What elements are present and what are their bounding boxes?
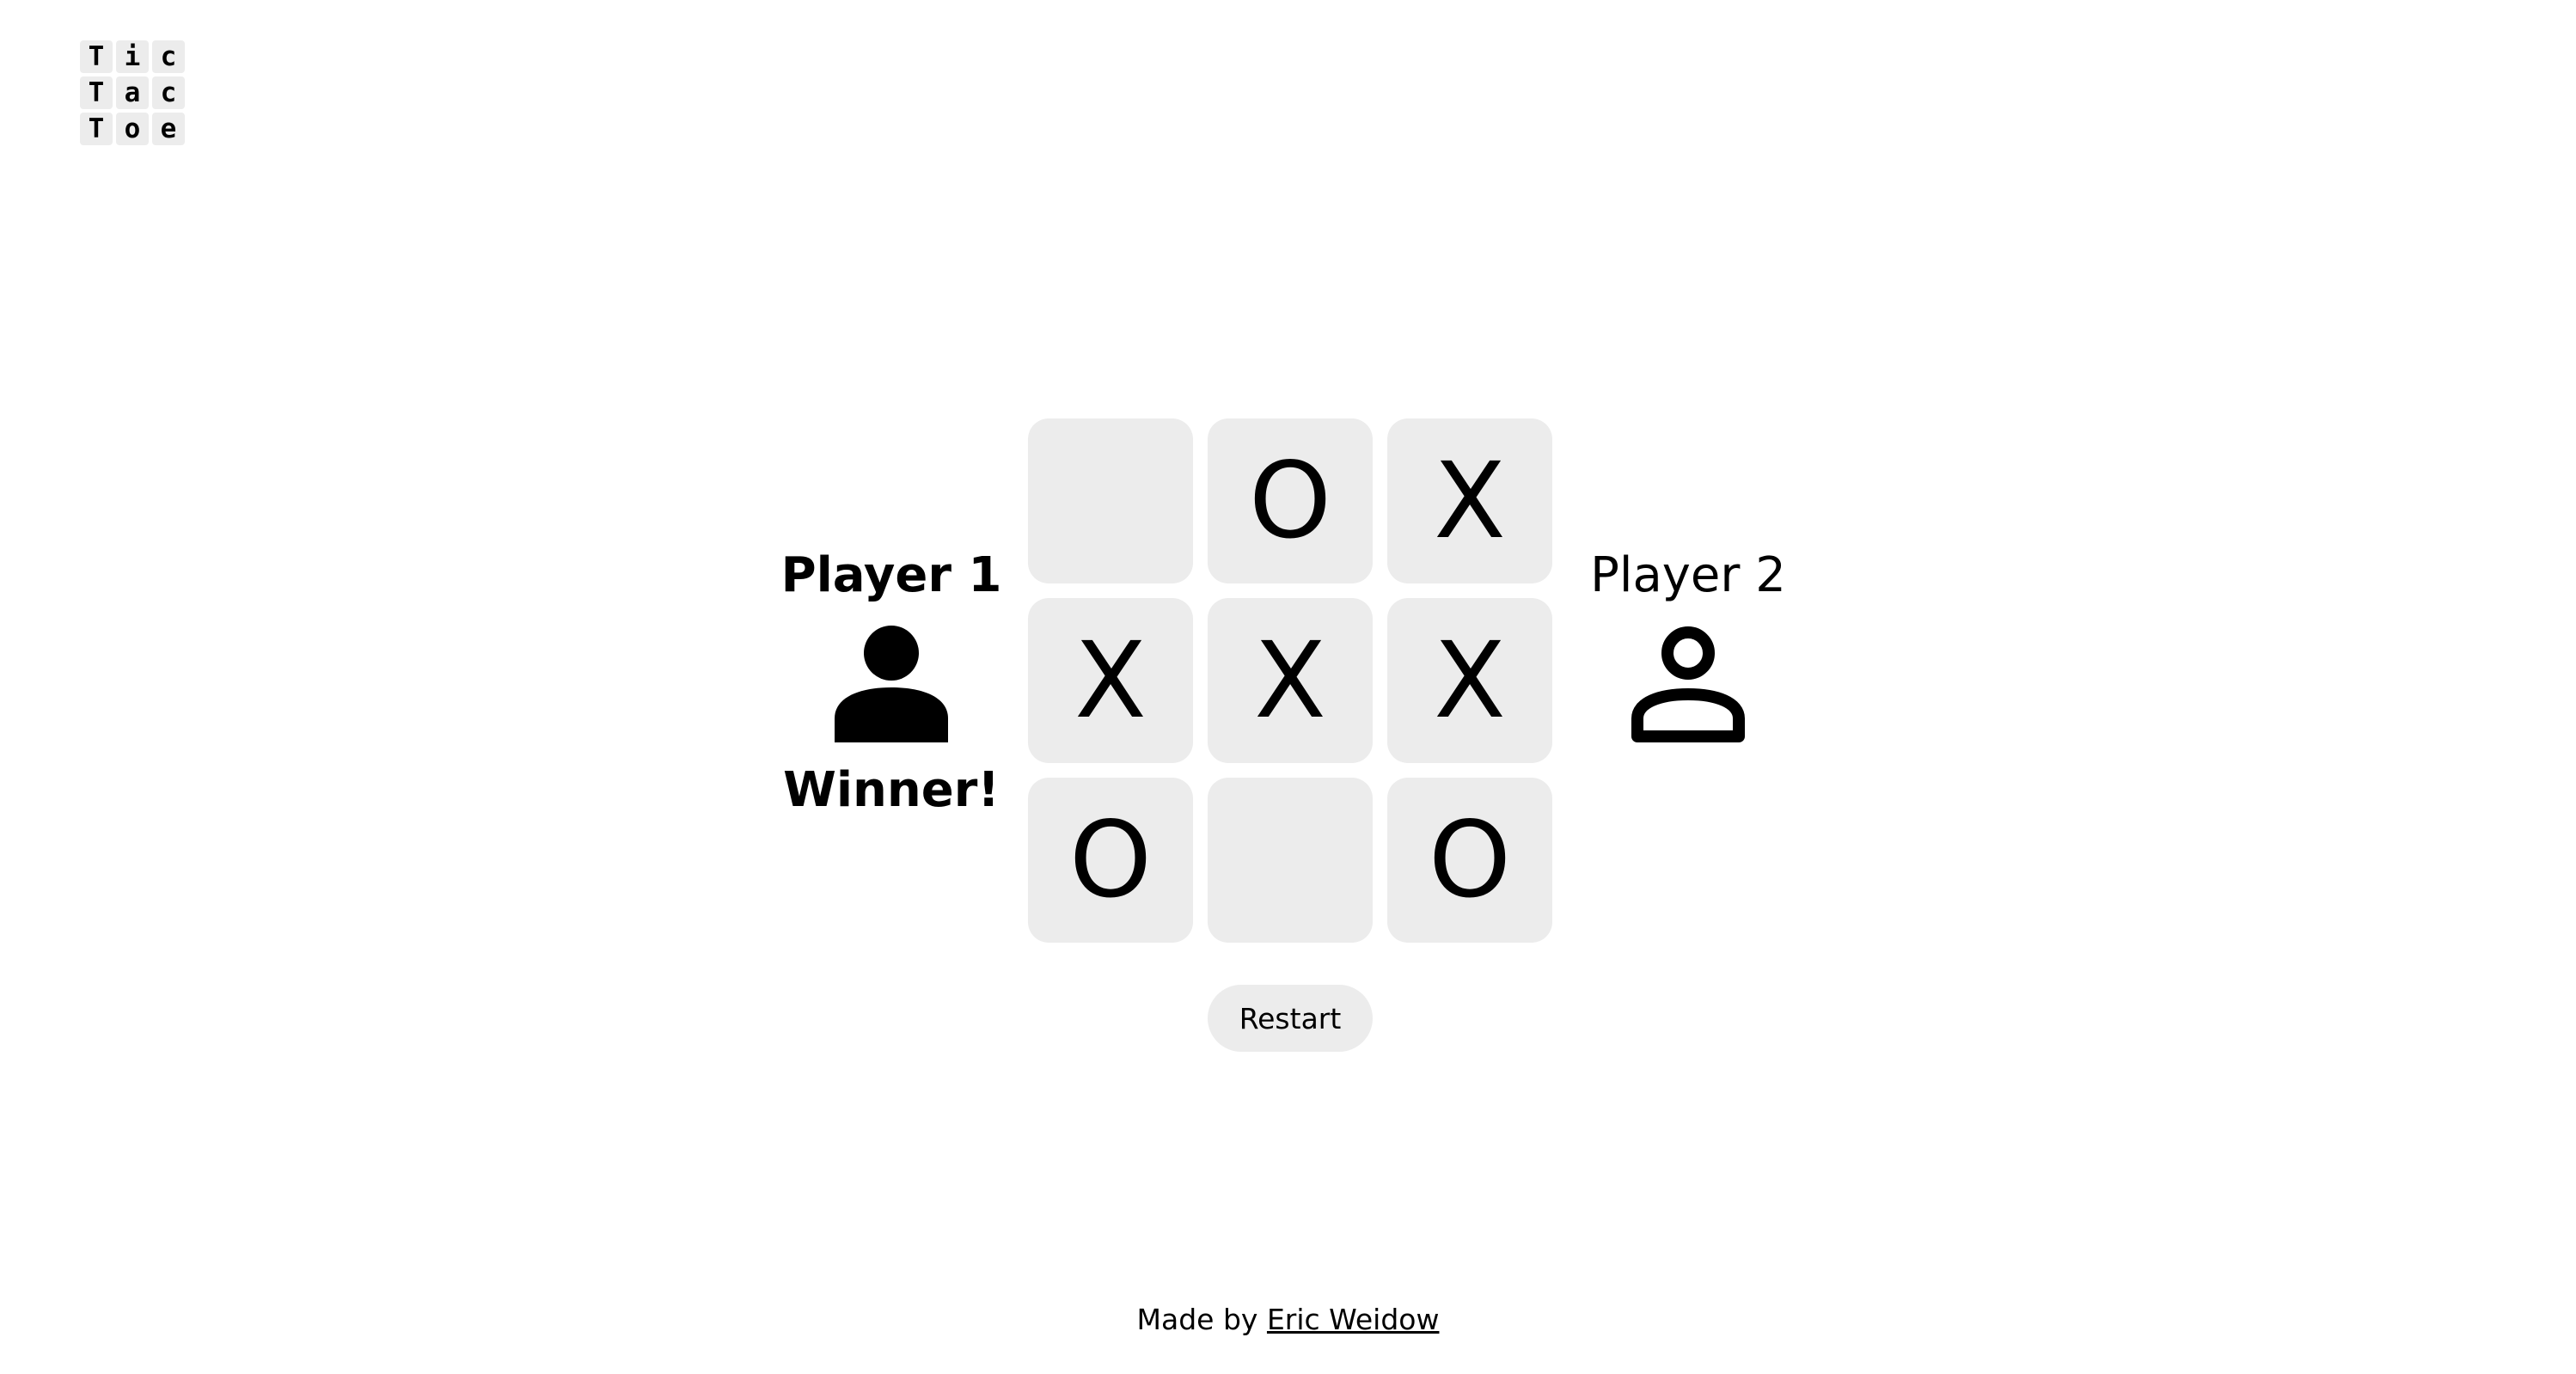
person-outline-icon (1631, 626, 1745, 742)
logo-letter: T (80, 113, 113, 145)
restart-button[interactable]: Restart (1208, 985, 1373, 1052)
logo: T i c T a c T o e (80, 40, 185, 145)
board-cell-2-1[interactable]: X (1028, 598, 1193, 763)
footer-prefix: Made by (1136, 1303, 1258, 1336)
board-cell-1-3[interactable]: X (1387, 418, 1552, 583)
footer: Made by Eric Weidow (0, 1299, 2576, 1340)
board-cell-3-3[interactable]: O (1387, 778, 1552, 943)
board-cell-3-1[interactable]: O (1028, 778, 1193, 943)
board-cell-1-1[interactable] (1028, 418, 1193, 583)
player-2-panel: Player 2 (1576, 541, 1800, 756)
board-cell-2-2[interactable]: X (1208, 598, 1373, 763)
player-2-name: Player 2 (1590, 547, 1786, 603)
board-cell-3-2[interactable] (1208, 778, 1373, 943)
author-link[interactable]: Eric Weidow (1267, 1303, 1440, 1336)
logo-letter: c (152, 40, 185, 73)
board-cell-2-3[interactable]: X (1387, 598, 1552, 763)
logo-letter: e (152, 113, 185, 145)
logo-letter: T (80, 76, 113, 109)
logo-letter: i (116, 40, 149, 73)
person-filled-icon (835, 626, 948, 742)
logo-letter: a (116, 76, 149, 109)
logo-letter: T (80, 40, 113, 73)
player-1-panel: Player 1 Winner! (780, 541, 1003, 825)
logo-letter: o (116, 113, 149, 145)
board-cell-1-2[interactable]: O (1208, 418, 1373, 583)
logo-letter: c (152, 76, 185, 109)
winner-label: Winner! (783, 762, 1000, 818)
player-1-name: Player 1 (780, 547, 1002, 603)
game-board: O X X X X O O (1028, 418, 1552, 943)
